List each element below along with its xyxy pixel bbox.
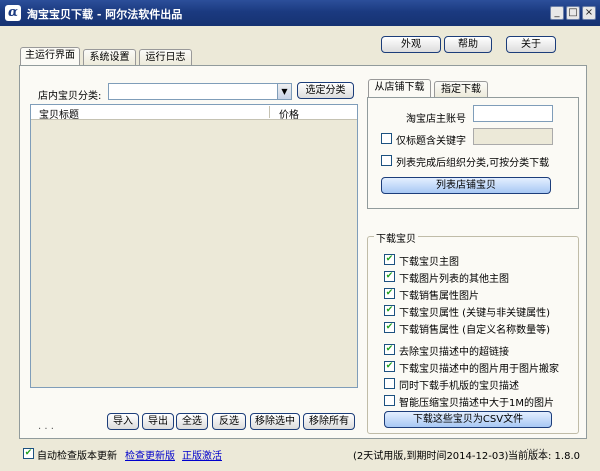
checkmark-icon: ✔ xyxy=(385,288,394,298)
download-option-label: 下载宝贝主图 xyxy=(399,257,459,268)
group-checkbox[interactable] xyxy=(381,155,392,166)
account-label: 淘宝店主账号 xyxy=(406,114,466,125)
account-input[interactable] xyxy=(473,105,553,122)
list-header: 宝贝标题 价格 xyxy=(31,105,357,121)
download-option-label: 下载图片列表的其他主图 xyxy=(399,274,509,285)
download-option-checkbox[interactable] xyxy=(384,378,395,389)
column-title[interactable]: 宝贝标题 xyxy=(39,106,79,121)
window-title: 淘宝宝贝下载 - 阿尔法软件出品 xyxy=(27,8,183,21)
export-button[interactable]: 导出 xyxy=(142,413,174,430)
download-option-checkbox[interactable]: ✔ xyxy=(384,322,395,333)
download-option-checkbox[interactable]: ✔ xyxy=(384,344,395,355)
tab-log[interactable]: 运行日志 xyxy=(139,49,192,66)
main-panel: 店内宝贝分类: ▼ 选定分类 宝贝标题 价格 . . . 导入 导出 全选 反选… xyxy=(19,65,587,453)
tab-shop-download[interactable]: 从店铺下载 xyxy=(368,79,431,98)
check-update-link[interactable]: 检查更新版 xyxy=(125,447,175,462)
item-list[interactable]: 宝贝标题 价格 xyxy=(30,104,358,388)
remove-all-button[interactable]: 移除所有 xyxy=(303,413,355,430)
download-group-title: 下载宝贝 xyxy=(374,230,418,245)
category-label: 店内宝贝分类: xyxy=(38,91,102,102)
download-group: 下载宝贝 ✔ 下载宝贝主图 ✔ 下载图片列表的其他主图 ✔ 下载销售属性图片 ✔ 下载宝贝属性… xyxy=(367,230,579,434)
download-option-label: 去除宝贝描述中的超链接 xyxy=(399,347,509,358)
checkmark-icon: ✔ xyxy=(385,344,394,354)
list-shop-items-button[interactable]: 列表店铺宝贝 xyxy=(381,177,551,194)
download-option-checkbox[interactable]: ✔ xyxy=(384,288,395,299)
checkmark-icon: ✔ xyxy=(385,271,394,281)
tab-settings[interactable]: 系统设置 xyxy=(83,49,136,66)
download-option-label: 同时下载手机版的宝贝描述 xyxy=(399,381,519,392)
remove-selected-button[interactable]: 移除选中 xyxy=(250,413,300,430)
chevron-down-icon[interactable]: ▼ xyxy=(277,84,291,99)
group-label: 列表完成后组织分类,可按分类下载 xyxy=(396,158,550,169)
tab-specified-download[interactable]: 指定下载 xyxy=(434,81,488,98)
select-category-button[interactable]: 选定分类 xyxy=(297,82,354,99)
checkmark-icon: ✔ xyxy=(24,448,33,458)
genuine-activation-link[interactable]: 正版激活 xyxy=(182,447,222,462)
app-icon: α xyxy=(5,5,21,21)
trial-info: (2天试用版,到期时间2014-12-03) xyxy=(353,451,509,462)
checkmark-icon: ✔ xyxy=(385,361,394,371)
keyword-checkbox[interactable] xyxy=(381,133,392,144)
version-info: 当前版本: 1.8.0 xyxy=(508,451,580,462)
column-price[interactable]: 价格 xyxy=(279,106,299,121)
checkmark-icon: ✔ xyxy=(385,254,394,264)
download-option-checkbox[interactable]: ✔ xyxy=(384,254,395,265)
about-button[interactable]: 关于 xyxy=(506,36,556,53)
close-button[interactable]: × xyxy=(582,6,596,20)
list-status: . . . xyxy=(38,421,54,432)
import-button[interactable]: 导入 xyxy=(107,413,139,430)
download-option-label: 下载销售属性图片 xyxy=(399,291,479,302)
download-option-checkbox[interactable]: ✔ xyxy=(384,361,395,372)
keyword-input[interactable] xyxy=(473,128,553,145)
auto-update-label: 自动检查版本更新 xyxy=(37,451,117,462)
download-option-checkbox[interactable]: ✔ xyxy=(384,271,395,282)
download-option-label: 下载宝贝属性 (关键与非关键属性) xyxy=(399,308,550,319)
download-option-checkbox[interactable] xyxy=(384,395,395,406)
column-divider xyxy=(269,106,270,118)
shop-panel: 淘宝店主账号 仅标题含关键字 列表完成后组织分类,可按分类下载 列表店铺宝贝 xyxy=(367,97,579,209)
checkmark-icon: ✔ xyxy=(385,305,394,315)
download-option-checkbox[interactable]: ✔ xyxy=(384,305,395,316)
appearance-button[interactable]: 外观 xyxy=(381,36,441,53)
download-csv-button[interactable]: 下载这些宝贝为CSV文件 xyxy=(384,411,552,428)
download-option-label: 智能压缩宝贝描述中大于1M的图片 xyxy=(399,398,554,409)
category-dropdown[interactable]: ▼ xyxy=(108,83,292,100)
title-bar[interactable]: α 淘宝宝贝下载 - 阿尔法软件出品 _ □ × xyxy=(0,0,600,26)
tab-main[interactable]: 主运行界面 xyxy=(20,47,80,66)
checkmark-icon: ✔ xyxy=(385,322,394,332)
download-option-label: 下载销售属性 (自定义名称数量等) xyxy=(399,325,550,336)
help-button[interactable]: 帮助 xyxy=(444,36,492,53)
maximize-button[interactable]: □ xyxy=(566,6,580,20)
window-client: 外观 帮助 关于 主运行界面 系统设置 运行日志 店内宝贝分类: ▼ 选定分类 … xyxy=(3,26,597,468)
minimize-button[interactable]: _ xyxy=(550,6,564,20)
keyword-label: 仅标题含关键字 xyxy=(396,136,466,147)
select-all-button[interactable]: 全选 xyxy=(176,413,208,430)
auto-update-checkbox[interactable]: ✔ xyxy=(23,448,34,459)
download-option-label: 下载宝贝描述中的图片用于图片搬家 xyxy=(399,364,559,375)
invert-selection-button[interactable]: 反选 xyxy=(212,413,246,430)
